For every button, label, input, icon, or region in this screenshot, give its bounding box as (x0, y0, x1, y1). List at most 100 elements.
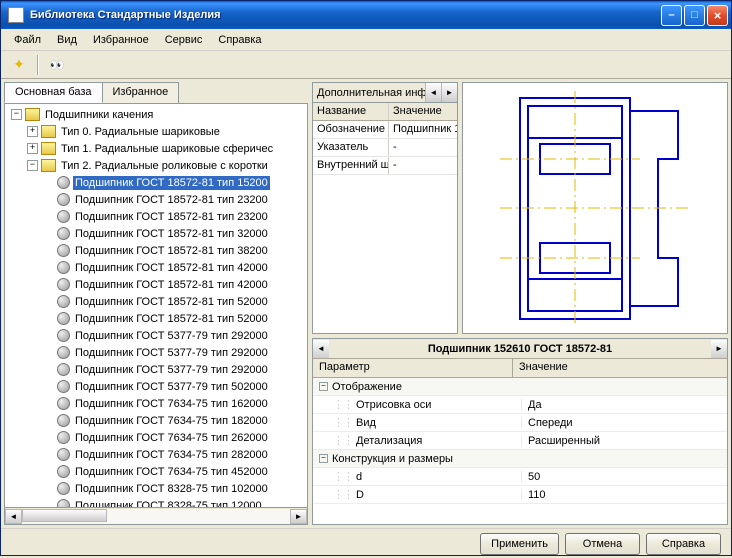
param-nav-right[interactable]: ► (711, 340, 727, 358)
tree-node[interactable]: Подшипник ГОСТ 18572-81 тип 42000 (7, 276, 305, 293)
param-col-value: Значение (513, 359, 574, 377)
tree-node[interactable]: Подшипник ГОСТ 7634-75 тип 282000 (7, 446, 305, 463)
folder-icon (41, 142, 56, 155)
tree-label: Подшипник ГОСТ 5377-79 тип 502000 (73, 380, 270, 394)
scroll-left-button[interactable]: ◄ (5, 509, 22, 524)
param-body[interactable]: −Отображение ⋮⋮Отрисовка осиДа ⋮⋮ВидСпер… (313, 378, 727, 524)
tree-node[interactable]: Подшипник ГОСТ 8328-75 тип 12000 (7, 497, 305, 508)
info-row[interactable]: Внутренний ши- (313, 157, 457, 175)
bearing-icon (57, 431, 70, 444)
tree-label: Тип 2. Радиальные роликовые с коротки (59, 159, 270, 173)
scroll-right-button[interactable]: ► (290, 509, 307, 524)
tree-node[interactable]: + Тип 0. Радиальные шариковые (7, 123, 305, 140)
bearing-icon (57, 482, 70, 495)
param-group[interactable]: −Конструкция и размеры (313, 450, 727, 468)
tree-node[interactable]: Подшипник ГОСТ 18572-81 тип 23200 (7, 208, 305, 225)
toolbar-star-button[interactable]: ✦ (7, 54, 31, 76)
tree-node[interactable]: −Подшипники качения (7, 106, 305, 123)
tree-label: Подшипник ГОСТ 18572-81 тип 32000 (73, 227, 270, 241)
tree-node[interactable]: Подшипник ГОСТ 18572-81 тип 42000 (7, 259, 305, 276)
menu-service[interactable]: Сервис (158, 32, 210, 48)
tree-label: Подшипник ГОСТ 7634-75 тип 262000 (73, 431, 270, 445)
param-row[interactable]: ⋮⋮d50 (313, 468, 727, 486)
param-row[interactable]: ⋮⋮ВидСпереди (313, 414, 727, 432)
tree-node[interactable]: Подшипник ГОСТ 18572-81 тип 38200 (7, 242, 305, 259)
tab-main-db[interactable]: Основная база (4, 82, 103, 103)
maximize-button[interactable]: □ (684, 5, 705, 26)
tree-node[interactable]: Подшипник ГОСТ 5377-79 тип 502000 (7, 378, 305, 395)
tree-node[interactable]: Подшипник ГОСТ 5377-79 тип 292000 (7, 327, 305, 344)
bearing-icon (57, 210, 70, 223)
info-row[interactable]: Указатель- (313, 139, 457, 157)
close-button[interactable]: × (707, 5, 728, 26)
tree-label: Тип 1. Радиальные шариковые сферичес (59, 142, 275, 156)
tree-node[interactable]: + Тип 1. Радиальные шариковые сферичес (7, 140, 305, 157)
tree-node[interactable]: Подшипник ГОСТ 18572-81 тип 32000 (7, 225, 305, 242)
menubar: Файл Вид Избранное Сервис Справка (1, 29, 731, 51)
tab-favorites[interactable]: Избранное (102, 82, 180, 103)
bearing-icon (57, 465, 70, 478)
collapse-icon[interactable]: − (319, 454, 328, 463)
folder-icon (41, 159, 56, 172)
menu-help[interactable]: Справка (211, 32, 268, 48)
tree-node[interactable]: Подшипник ГОСТ 18572-81 тип 52000 (7, 310, 305, 327)
param-group[interactable]: −Отображение (313, 378, 727, 396)
tree-label: Подшипник ГОСТ 5377-79 тип 292000 (73, 363, 270, 377)
tree-node[interactable]: Подшипник ГОСТ 7634-75 тип 182000 (7, 412, 305, 429)
bearing-icon (57, 261, 70, 274)
tree-label: Подшипник ГОСТ 18572-81 тип 42000 (73, 261, 270, 275)
menu-file[interactable]: Файл (7, 32, 48, 48)
tree-node[interactable]: Подшипник ГОСТ 18572-81 тип 52000 (7, 293, 305, 310)
footer: Применить Отмена Справка (1, 528, 731, 558)
tree-node[interactable]: − Тип 2. Радиальные роликовые с коротки (7, 157, 305, 174)
param-nav-left[interactable]: ◄ (313, 340, 329, 358)
tree-label: Тип 0. Радиальные шариковые (59, 125, 222, 139)
collapse-icon[interactable]: − (11, 109, 22, 120)
bearing-icon (57, 346, 70, 359)
expand-icon[interactable]: + (27, 143, 38, 154)
tree-node[interactable]: Подшипник ГОСТ 7634-75 тип 162000 (7, 395, 305, 412)
info-nav-right[interactable]: ► (441, 83, 457, 102)
folder-icon (41, 125, 56, 138)
tree-node[interactable]: Подшипник ГОСТ 8328-75 тип 102000 (7, 480, 305, 497)
minimize-button[interactable]: – (661, 5, 682, 26)
tree-label: Подшипник ГОСТ 18572-81 тип 42000 (73, 278, 270, 292)
bearing-icon (57, 227, 70, 240)
apply-button[interactable]: Применить (480, 533, 559, 555)
param-row[interactable]: ⋮⋮D110 (313, 486, 727, 504)
cancel-button[interactable]: Отмена (565, 533, 640, 555)
tree-view[interactable]: −Подшипники качения + Тип 0. Радиальные ша… (4, 103, 308, 508)
collapse-icon[interactable]: − (319, 382, 328, 391)
tree-node[interactable]: Подшипник ГОСТ 7634-75 тип 262000 (7, 429, 305, 446)
toolbar-binoculars-button[interactable]: 👀 (45, 54, 69, 76)
bearing-icon (57, 363, 70, 376)
bearing-drawing-icon (480, 86, 710, 331)
collapse-icon[interactable]: − (27, 160, 38, 171)
param-row[interactable]: ⋮⋮Отрисовка осиДа (313, 396, 727, 414)
tree-label: Подшипник ГОСТ 8328-75 тип 12000 (73, 499, 264, 509)
tree-node[interactable]: Подшипник ГОСТ 18572-81 тип 15200 (7, 174, 305, 191)
tree-node[interactable]: Подшипник ГОСТ 5377-79 тип 292000 (7, 344, 305, 361)
tree-node[interactable]: Подшипник ГОСТ 5377-79 тип 292000 (7, 361, 305, 378)
menu-favorites[interactable]: Избранное (86, 32, 156, 48)
tree-node[interactable]: Подшипник ГОСТ 7634-75 тип 452000 (7, 463, 305, 480)
tree-label: Подшипник ГОСТ 18572-81 тип 52000 (73, 312, 270, 326)
info-nav-left[interactable]: ◄ (425, 83, 441, 102)
info-col-value: Значение (389, 103, 457, 120)
tree-node[interactable]: Подшипник ГОСТ 18572-81 тип 23200 (7, 191, 305, 208)
left-pane: Основная база Избранное −Подшипники каче… (4, 82, 308, 525)
tree-label: Подшипник ГОСТ 5377-79 тип 292000 (73, 346, 270, 360)
tree-h-scrollbar[interactable]: ◄ ► (4, 508, 308, 525)
tree-tabs: Основная база Избранное (4, 82, 308, 103)
param-col-name: Параметр (313, 359, 513, 377)
param-row[interactable]: ⋮⋮ДетализацияРасширенный (313, 432, 727, 450)
info-row[interactable]: ОбозначениеПодшипник 15: (313, 121, 457, 139)
scroll-thumb[interactable] (22, 509, 107, 522)
menu-view[interactable]: Вид (50, 32, 84, 48)
preview-pane (462, 82, 728, 334)
expand-icon[interactable]: + (27, 126, 38, 137)
help-button[interactable]: Справка (646, 533, 721, 555)
tree-label: Подшипник ГОСТ 7634-75 тип 162000 (73, 397, 270, 411)
tree-label: Подшипник ГОСТ 18572-81 тип 52000 (73, 295, 270, 309)
scroll-track[interactable] (22, 509, 290, 524)
